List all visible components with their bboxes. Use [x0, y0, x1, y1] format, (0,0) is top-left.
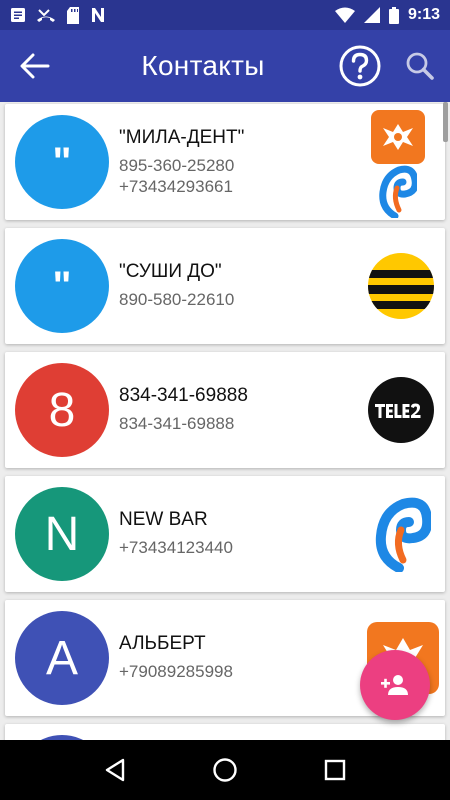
battery-icon	[388, 6, 399, 24]
signal-icon	[363, 7, 380, 23]
sd-card-icon	[66, 6, 80, 24]
avatar: "	[15, 115, 109, 209]
contact-card[interactable]: " "МИЛА-ДЕНТ" 895-360-25280 +73434293661	[5, 104, 445, 220]
contact-phone: +79089285998	[119, 662, 233, 681]
scrollbar[interactable]	[443, 102, 448, 142]
contact-phone: 834-341-69888	[119, 414, 235, 433]
contact-card[interactable]	[5, 724, 445, 740]
avatar: "	[15, 239, 109, 333]
search-icon	[406, 52, 434, 80]
beeline-logo	[368, 253, 434, 319]
search-button[interactable]	[390, 30, 450, 102]
nav-back-button[interactable]	[85, 740, 145, 800]
question-circle-icon	[339, 45, 381, 87]
app-bar: Контакты	[0, 30, 450, 102]
missed-call-icon	[36, 7, 56, 23]
wifi-icon	[334, 7, 355, 23]
contact-name: АЛЬБЕРТ	[119, 633, 206, 654]
add-contact-button[interactable]	[360, 650, 430, 720]
contact-name: NEW BAR	[119, 509, 208, 530]
page-title: Контакты	[141, 50, 265, 81]
contact-name: "МИЛА-ДЕНТ"	[119, 127, 245, 148]
contact-phone: +73434293661	[119, 177, 233, 196]
contact-phone: 890-580-22610	[119, 290, 235, 309]
contact-name: "СУШИ ДО"	[119, 261, 222, 282]
system-nav-bar	[0, 740, 450, 800]
rostelecom-logo	[379, 165, 417, 218]
contact-list[interactable]: " "МИЛА-ДЕНТ" 895-360-25280 +73434293661…	[0, 102, 450, 740]
tele2-logo	[368, 377, 434, 443]
back-button[interactable]	[0, 30, 70, 102]
notes-icon	[10, 7, 26, 23]
arrow-left-icon	[20, 53, 50, 79]
contact-name: 834-341-69888	[119, 385, 248, 406]
megafon-logo	[371, 110, 425, 164]
contact-card[interactable]: N NEW BAR +73434123440	[5, 476, 445, 592]
back-triangle-icon	[105, 758, 125, 782]
clock-time: 9:13	[407, 6, 440, 23]
home-circle-icon	[213, 758, 237, 782]
contact-phone: +73434123440	[119, 538, 233, 557]
avatar: 8	[15, 363, 109, 457]
status-bar: 9:13	[0, 0, 450, 30]
contact-card[interactable]: 8 834-341-69888 834-341-69888	[5, 352, 445, 468]
nav-recents-button[interactable]	[305, 740, 365, 800]
rostelecom-logo	[375, 497, 431, 572]
contact-phone: 895-360-25280	[119, 156, 235, 175]
nav-home-button[interactable]	[195, 740, 255, 800]
help-button[interactable]	[330, 30, 390, 102]
n-app-icon	[90, 7, 106, 23]
contact-card[interactable]: " "СУШИ ДО" 890-580-22610	[5, 228, 445, 344]
avatar: A	[15, 611, 109, 705]
add-contact-icon	[381, 675, 408, 695]
avatar: N	[15, 487, 109, 581]
recents-square-icon	[324, 759, 346, 781]
